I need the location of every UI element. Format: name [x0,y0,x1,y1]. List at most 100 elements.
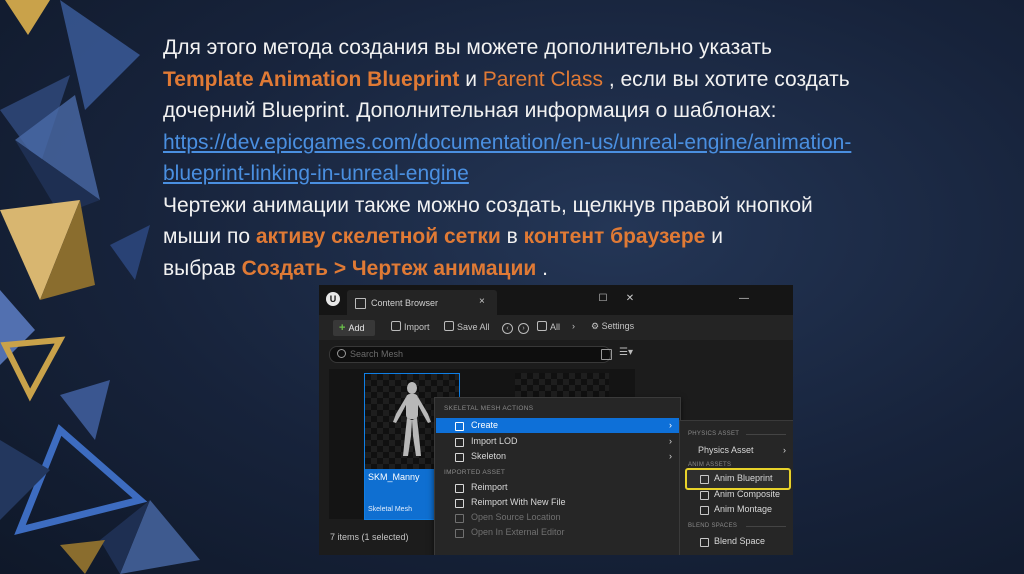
physics-asset-label: Physics Asset [698,445,754,455]
menu-item-reimport[interactable]: Reimport [436,480,679,495]
back-button[interactable]: ‹ [502,321,513,334]
reimport-new-label: Reimport With New File [471,497,566,507]
plus-icon: + [339,322,346,334]
import-button[interactable]: Import [391,321,430,332]
line7-start: выбрав [163,256,242,280]
small-triangle [110,225,150,280]
settings-button[interactable]: ⚙ Settings [591,321,634,332]
window-close-icon[interactable]: ✕ [623,293,637,304]
menu-item-create[interactable]: Create › [436,418,679,433]
docs-link-continued[interactable]: blueprint-linking-in-unreal-engine [163,158,1013,190]
submenu-item-anim-montage[interactable]: Anim Montage [680,502,793,517]
import-lod-label: Import LOD [471,436,518,446]
asset-type: Skeletal Mesh [368,506,412,513]
import-label: Import [404,322,430,332]
text-line-6: мыши по активу скелетной сетки в контент… [163,221,1013,253]
chevron-right-icon: › [783,445,786,455]
search-row: ☰▾ [319,340,793,367]
folder-open-icon [455,514,464,523]
anim-composite-label: Anim Composite [714,489,781,499]
search-icon [337,349,346,358]
filter-icon[interactable]: ☰▾ [619,347,633,358]
menu-item-open-external-editor[interactable]: Open In External Editor [436,525,679,540]
line7-end: . [536,256,548,280]
submenu-item-anim-blueprint[interactable]: Anim Blueprint [680,471,793,486]
menu-header-skeletal-mesh: SKELETAL MESH ACTIONS [444,405,534,412]
gold-triangle [5,0,50,35]
divider [746,434,786,435]
create-icon [455,422,464,431]
skeleton-icon [455,453,464,462]
tab-content-browser[interactable]: Content Browser × [347,290,497,315]
text-line-7: выбрав Создать > Чертеж анимации . [163,253,1013,285]
minimize-icon[interactable]: — [737,293,751,304]
anim-composite-icon [700,491,709,500]
divider [746,526,786,527]
blue-triangle [60,0,140,110]
menu-item-open-source-location[interactable]: Open Source Location [436,510,679,525]
asset-name: SKM_Manny [368,472,420,482]
text-line-1: Для этого метода создания вы можете допо… [163,36,772,59]
anim-blueprint-label: Anim Blueprint [714,473,773,483]
window-maximize-icon[interactable]: ☐ [596,293,610,304]
content-browser-screenshot: U Content Browser × — ☐ ✕ + Add Import S… [319,285,793,555]
save-all-label: Save All [457,322,490,332]
chevron-right-icon: › [669,420,672,430]
submenu-item-blend-space[interactable]: Blend Space [680,534,793,549]
docs-link-part1[interactable]: https://dev.epicgames.com/documentation/… [163,131,851,154]
open-source-label: Open Source Location [471,512,561,522]
anim-montage-label: Anim Montage [714,504,773,514]
text-line-5: Чертежи анимации также можно создать, ще… [163,193,813,217]
save-all-button[interactable]: Save All [444,321,490,332]
asset-tile-2[interactable] [515,373,609,398]
search-input[interactable] [350,348,600,360]
context-menu: SKELETAL MESH ACTIONS Create › Import LO… [434,397,681,555]
tab-title: Content Browser [371,298,439,308]
docs-link[interactable]: https://dev.epicgames.com/documentation/… [163,127,1013,159]
path-all-button[interactable]: All [537,321,560,332]
path-dropdown[interactable]: › [572,321,575,331]
items-count: 7 items (1 selected) [330,532,409,542]
menu-item-skeleton[interactable]: Skeleton › [436,449,679,464]
submenu-header-physics: PHYSICS ASSET [688,431,740,437]
blue-pyramid [0,290,35,365]
submenu-item-anim-composite[interactable]: Anim Composite [680,487,793,502]
blend-space-label: Blend Space [714,536,766,546]
back-arrow-icon: ‹ [502,323,513,334]
reimport-icon [455,484,464,493]
import-lod-icon [455,438,464,447]
toolbar: + Add Import Save All ‹ › All › ⚙ Setting… [319,315,793,340]
unreal-logo-icon: U [326,292,340,306]
menu-item-import-lod[interactable]: Import LOD › [436,434,679,449]
search-box[interactable] [329,346,611,363]
gear-icon: ⚙ [591,321,602,331]
settings-label: Settings [601,321,635,331]
open-external-label: Open In External Editor [471,527,565,537]
submenu-item-physics-asset[interactable]: Physics Asset › [680,443,793,458]
blend-space-icon [700,538,709,547]
folder-icon [355,298,366,309]
save-search-icon[interactable] [601,349,612,360]
and-text: и [459,67,483,91]
chevron-right-icon: › [669,436,672,446]
forward-button[interactable]: › [518,321,529,334]
chevron-right-icon: › [572,321,575,331]
folder-icon [537,321,547,331]
text-line-2: Template Animation Blueprint и Parent Cl… [163,64,1013,96]
skeletal-mesh-asset-highlight: активу скелетной сетки [255,225,501,248]
docs-link-part2[interactable]: blueprint-linking-in-unreal-engine [163,162,469,185]
anim-montage-icon [700,506,709,515]
line6-start: мыши по [163,225,256,248]
add-button[interactable]: + Add [333,320,375,336]
save-icon [444,321,454,331]
menu-item-reimport-new-file[interactable]: Reimport With New File [436,495,679,510]
tab-close-icon[interactable]: × [479,296,485,307]
content-browser-highlight: контент браузере [523,225,706,248]
external-editor-icon [455,529,464,538]
bottom-gold-shape [60,540,105,574]
reimport-file-icon [455,499,464,508]
line6-mid: в [500,225,524,248]
line2-rest: , если вы хотите создать [602,67,850,91]
create-label: Create [471,420,499,430]
template-anim-blueprint-highlight: Template Animation Blueprint [163,67,460,91]
